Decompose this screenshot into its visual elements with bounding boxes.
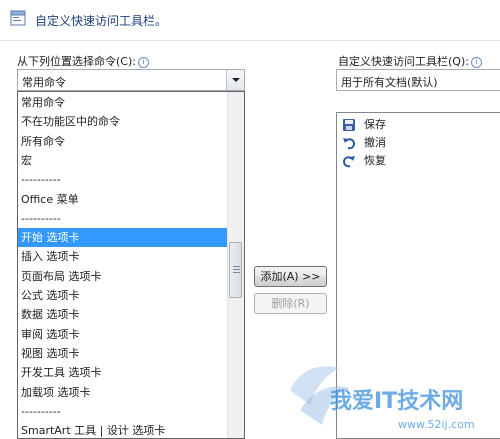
dropdown-option[interactable]: 数据 选项卡 <box>18 305 229 324</box>
info-icon[interactable]: i <box>470 57 482 68</box>
quick-access-toolbar-icon <box>10 10 26 26</box>
dropdown-option[interactable]: Office 菜单 <box>18 190 229 209</box>
redo-icon <box>342 156 355 168</box>
dialog-title: 自定义快速访问工具栏。 <box>35 14 168 28</box>
info-icon[interactable]: i <box>137 57 149 68</box>
list-item-label: 撤消 <box>364 136 386 149</box>
customize-toolbar-label: 自定义快速访问工具栏(Q): i <box>338 53 482 69</box>
toolbar-scope-combo-value: 用于所有文档(默认) <box>341 76 438 89</box>
dropdown-option[interactable]: 加载项 选项卡 <box>18 383 229 402</box>
choose-commands-label-text: 从下列位置选择命令(C): <box>17 55 136 68</box>
dropdown-option[interactable]: 插入 选项卡 <box>18 247 229 266</box>
choose-commands-combo-value: 常用命令 <box>22 76 66 89</box>
dropdown-option[interactable]: 公式 选项卡 <box>18 286 229 305</box>
chevron-down-icon[interactable] <box>226 70 244 90</box>
save-icon <box>343 119 355 131</box>
toolbar-scope-combo[interactable]: 用于所有文档(默认) <box>336 69 500 91</box>
dropdown-option[interactable]: 开始 选项卡 <box>18 228 229 248</box>
remove-button[interactable]: 删除(R) <box>254 293 327 314</box>
choose-commands-combo[interactable]: 常用命令 <box>17 69 245 91</box>
list-item-label: 恢复 <box>364 154 386 167</box>
dropdown-scrollbar[interactable] <box>227 92 244 438</box>
toolbar-commands-list[interactable]: 保存 撤消 恢复 <box>336 112 500 439</box>
choose-commands-label: 从下列位置选择命令(C): i <box>17 53 149 69</box>
commands-dropdown-list[interactable]: 常用命令 不在功能区中的命令 所有命令宏 ---------- Office 菜单 ---… <box>17 91 245 439</box>
scrollbar-thumb[interactable] <box>229 242 242 298</box>
list-item-label: 保存 <box>364 118 386 131</box>
dropdown-option[interactable]: 审阅 选项卡 <box>18 325 229 344</box>
customize-toolbar-label-text: 自定义快速访问工具栏(Q): <box>338 55 469 68</box>
add-button[interactable]: 添加(A) >> <box>254 266 327 287</box>
dropdown-separator: ---------- <box>21 173 61 187</box>
dropdown-option[interactable]: 页面布局 选项卡 <box>18 267 229 286</box>
dropdown-option[interactable]: 视图 选项卡 <box>18 344 229 363</box>
dropdown-separator: ---------- <box>21 211 61 225</box>
dialog-header: 自定义快速访问工具栏。 <box>0 0 500 41</box>
dropdown-option[interactable]: 开发工具 选项卡 <box>18 363 229 382</box>
undo-icon <box>343 138 356 150</box>
dropdown-option[interactable]: 不在功能区中的命令 <box>18 112 229 131</box>
dropdown-option[interactable]: 所有命令 <box>18 132 229 151</box>
dropdown-separator: ---------- <box>21 404 61 418</box>
dropdown-option[interactable]: 宏 <box>18 151 229 170</box>
dropdown-option[interactable]: 常用命令 <box>18 93 229 112</box>
dropdown-option[interactable]: SmartArt 工具 | 设计 选项卡 <box>18 421 229 438</box>
